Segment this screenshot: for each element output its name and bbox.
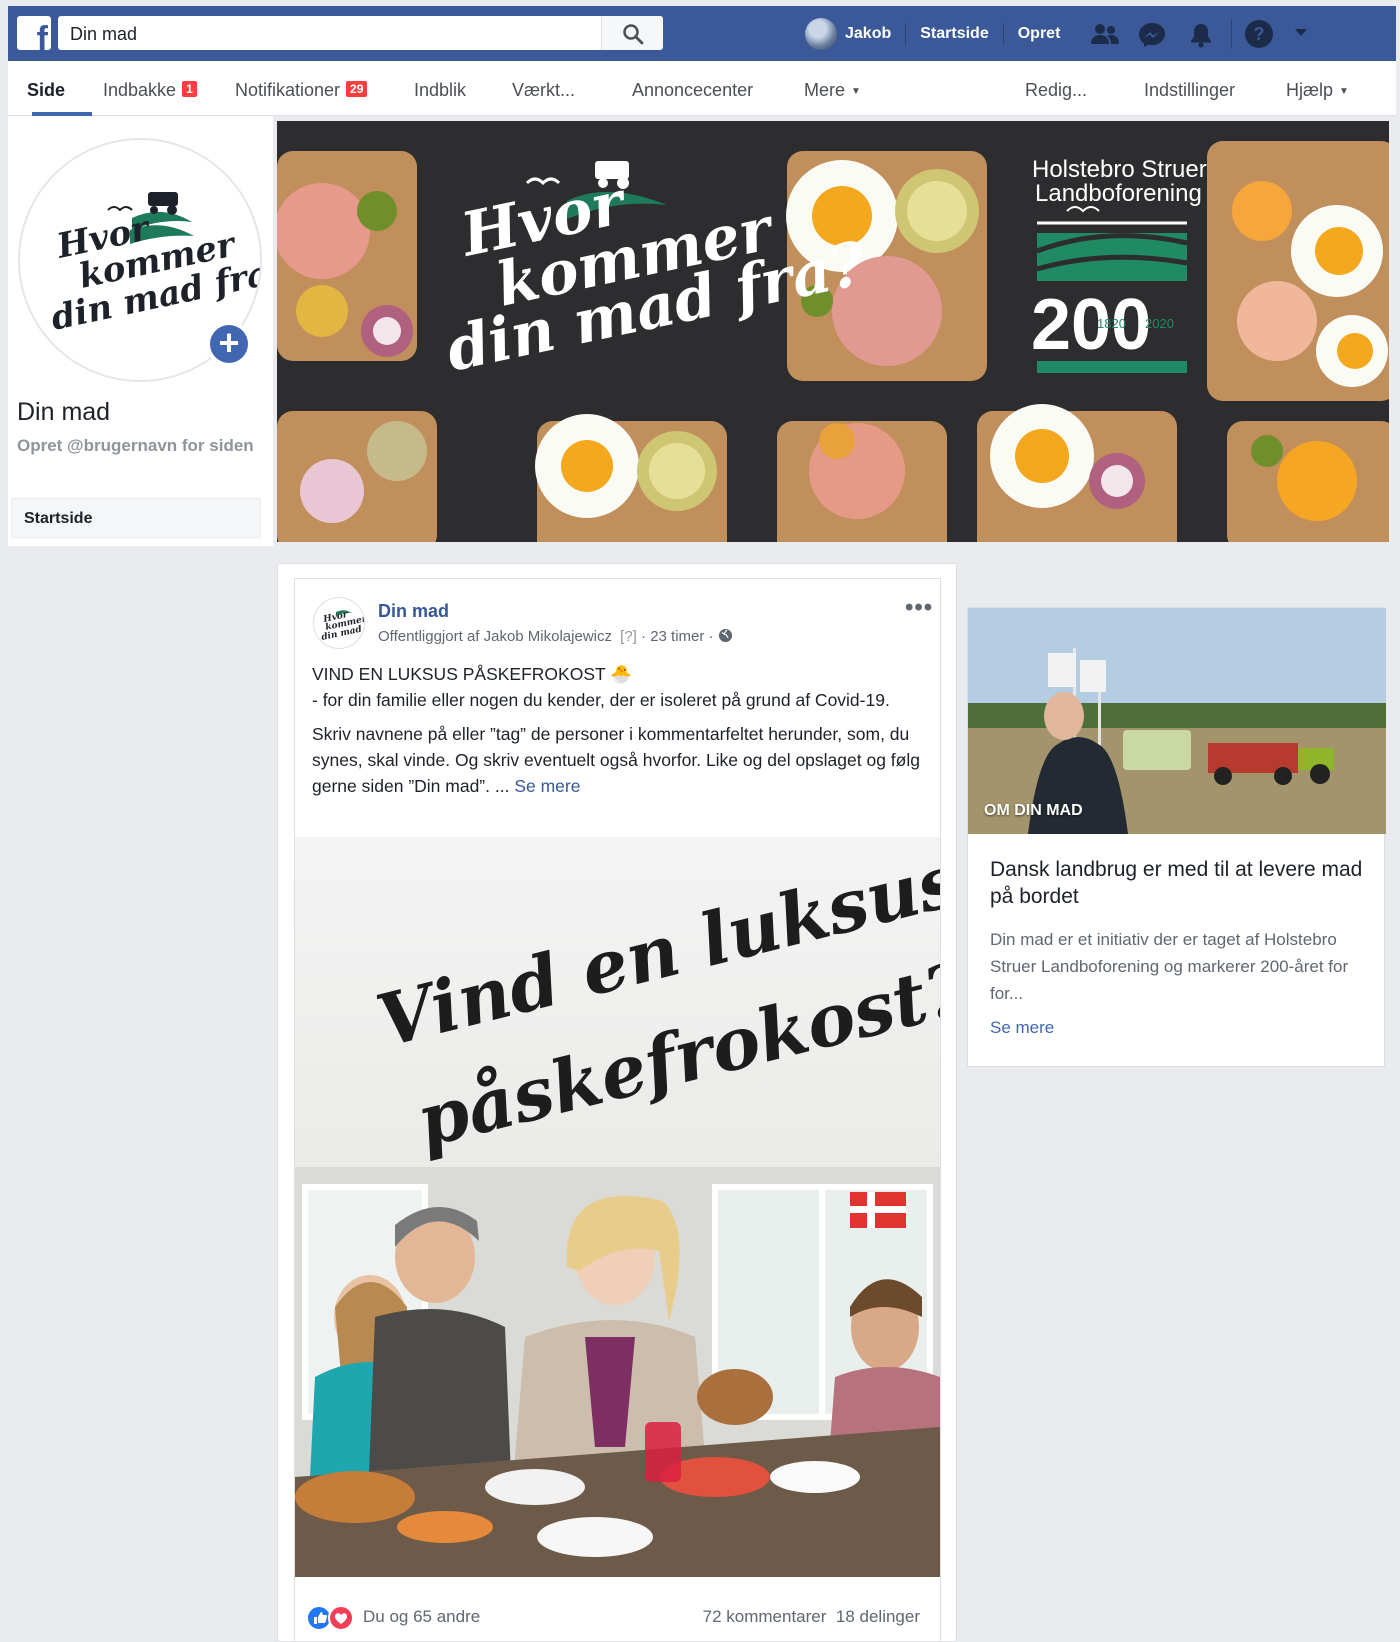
family-dinner-image: Vind en luksus påskefrokost? — [295, 837, 940, 1577]
association-name-line-2: Landboforening — [1035, 180, 1202, 207]
add-profile-picture-button[interactable]: + — [207, 322, 251, 366]
post-author-avatar[interactable]: Hvor kommer din mad fra? — [313, 597, 365, 649]
meta-separator: · — [641, 628, 647, 645]
anniversary-year-start: 1820 — [1097, 316, 1126, 331]
post-image[interactable]: Vind en luksus påskefrokost? — [295, 837, 940, 1577]
friend-requests-icon[interactable] — [1090, 22, 1120, 46]
engagement-counts: 72 kommentarer 18 delinger — [703, 1607, 920, 1627]
reactions-bar: Du og 65 andre 72 kommentarer 18 delinge… — [295, 1587, 940, 1641]
post-paragraph-text: Skriv navnene på eller ”tag” de personer… — [312, 724, 920, 796]
about-see-more-link[interactable]: Se mere — [990, 1018, 1054, 1038]
help-marker[interactable]: [?] — [620, 628, 637, 645]
divider — [905, 22, 907, 45]
inbox-count-badge: 1 — [182, 81, 197, 97]
tab-label: Hjælp — [1286, 80, 1334, 100]
tab-more[interactable]: Mere ▼ — [804, 80, 861, 101]
tab-tools[interactable]: Værkt... — [512, 80, 575, 101]
tab-label: Indbakke — [103, 80, 177, 100]
page-sidebar: Hvor kommer din mad fra? + Din mad Opret… — [8, 116, 273, 546]
svg-text:?: ? — [1254, 24, 1265, 44]
page-title: Din mad — [17, 398, 111, 426]
reactions-count[interactable]: Du og 65 andre — [363, 1607, 480, 1627]
sidebar-item-label: Startside — [24, 510, 93, 527]
about-label: OM DIN MAD — [984, 802, 1083, 819]
plus-icon: + — [210, 325, 248, 363]
tab-settings[interactable]: Indstillinger — [1144, 80, 1235, 101]
search-input[interactable]: Din mad — [70, 24, 137, 45]
tab-insights[interactable]: Indblik — [414, 80, 466, 101]
create-username-link[interactable]: Opret @brugernavn for siden — [17, 436, 257, 456]
tab-side[interactable]: Side — [27, 80, 65, 101]
divider — [1231, 19, 1232, 49]
notifications-bell-icon[interactable] — [1188, 22, 1214, 48]
avatar — [805, 17, 837, 50]
shares-count[interactable]: 18 delinger — [836, 1607, 920, 1626]
tab-help[interactable]: Hjælp ▼ — [1286, 80, 1349, 101]
tab-label: Notifikationer — [235, 80, 341, 100]
post-paragraph: Skriv navnene på eller ”tag” de personer… — [312, 721, 927, 799]
caret-down-icon: ▼ — [851, 86, 861, 97]
cover-image: Hvor kommer din mad fra? Holstebro Strue… — [277, 121, 1389, 542]
search-button[interactable] — [601, 16, 663, 50]
cover-photo[interactable]: Hvor kommer din mad fra? Holstebro Strue… — [277, 121, 1389, 542]
about-image[interactable]: OM DIN MAD — [968, 608, 1386, 834]
tab-inbox[interactable]: Indbakke 1 — [103, 80, 197, 101]
about-card: OM DIN MAD Dansk landbrug er med til at … — [967, 607, 1386, 1067]
profile-link[interactable]: Jakob — [805, 17, 892, 50]
association-name-line-1: Holstebro Struer — [1032, 156, 1207, 183]
tab-notifications[interactable]: Notifikationer 29 — [235, 80, 368, 101]
post-author-name[interactable]: Din mad — [378, 601, 449, 622]
home-link[interactable]: Startside — [920, 25, 988, 43]
top-nav: Jakob Startside Opret — [805, 6, 1060, 61]
like-love-reaction-icons[interactable] — [307, 1605, 357, 1631]
anniversary-year-end: 2020 — [1145, 316, 1174, 331]
anniversary-number: 200 — [1031, 285, 1151, 365]
globe-icon[interactable] — [718, 628, 733, 643]
about-description: Din mad er et initiativ der er taget af … — [990, 930, 1349, 1003]
search-icon — [623, 24, 644, 45]
divider — [1002, 22, 1004, 45]
post-meta: Offentliggjort af Jakob Mikolajewicz [?]… — [378, 628, 733, 645]
top-bar: f Din mad Jakob Startside Opret ? — [8, 6, 1396, 61]
facebook-logo-icon[interactable]: f — [17, 16, 51, 50]
post-headline: VIND EN LUKSUS PÅSKEFROKOST 🐣 — [312, 664, 633, 684]
about-title[interactable]: Dansk landbrug er med til at levere mad … — [990, 856, 1370, 910]
post-subline: - for din familie eller nogen du kender,… — [312, 690, 890, 710]
notifications-count-badge: 29 — [346, 81, 368, 97]
post-body: VIND EN LUKSUS PÅSKEFROKOST 🐣 - for din … — [312, 661, 927, 807]
create-link[interactable]: Opret — [1018, 25, 1061, 43]
feed-post: Hvor kommer din mad fra? Din mad Offentl… — [294, 578, 941, 1642]
post-time[interactable]: 23 timer — [650, 628, 704, 645]
comments-count[interactable]: 72 kommentarer — [703, 1607, 827, 1626]
tab-ad-center[interactable]: Annoncecenter — [632, 80, 753, 101]
tab-label: Mere — [804, 80, 846, 100]
user-name: Jakob — [845, 24, 892, 42]
published-by[interactable]: Offentliggjort af Jakob Mikolajewicz — [378, 628, 612, 645]
sidebar-item-home[interactable]: Startside — [11, 498, 261, 538]
post-options-button[interactable]: ••• — [905, 594, 933, 622]
chevron-down-icon[interactable] — [1294, 28, 1308, 38]
caret-down-icon: ▼ — [1339, 86, 1349, 97]
see-more-link[interactable]: Se mere — [514, 776, 580, 796]
page-tabs: Side Indbakke 1 Notifikationer 29 Indblik … — [8, 61, 1396, 116]
harvest-field-image — [968, 608, 1386, 834]
tab-edit[interactable]: Redig... — [1025, 80, 1087, 101]
messenger-icon[interactable] — [1138, 22, 1166, 48]
meta-separator: · — [708, 628, 714, 645]
page-logo-icon: Hvor kommer din mad fra? — [321, 610, 364, 643]
search-box[interactable]: Din mad — [58, 16, 663, 50]
help-icon[interactable]: ? — [1244, 19, 1274, 49]
